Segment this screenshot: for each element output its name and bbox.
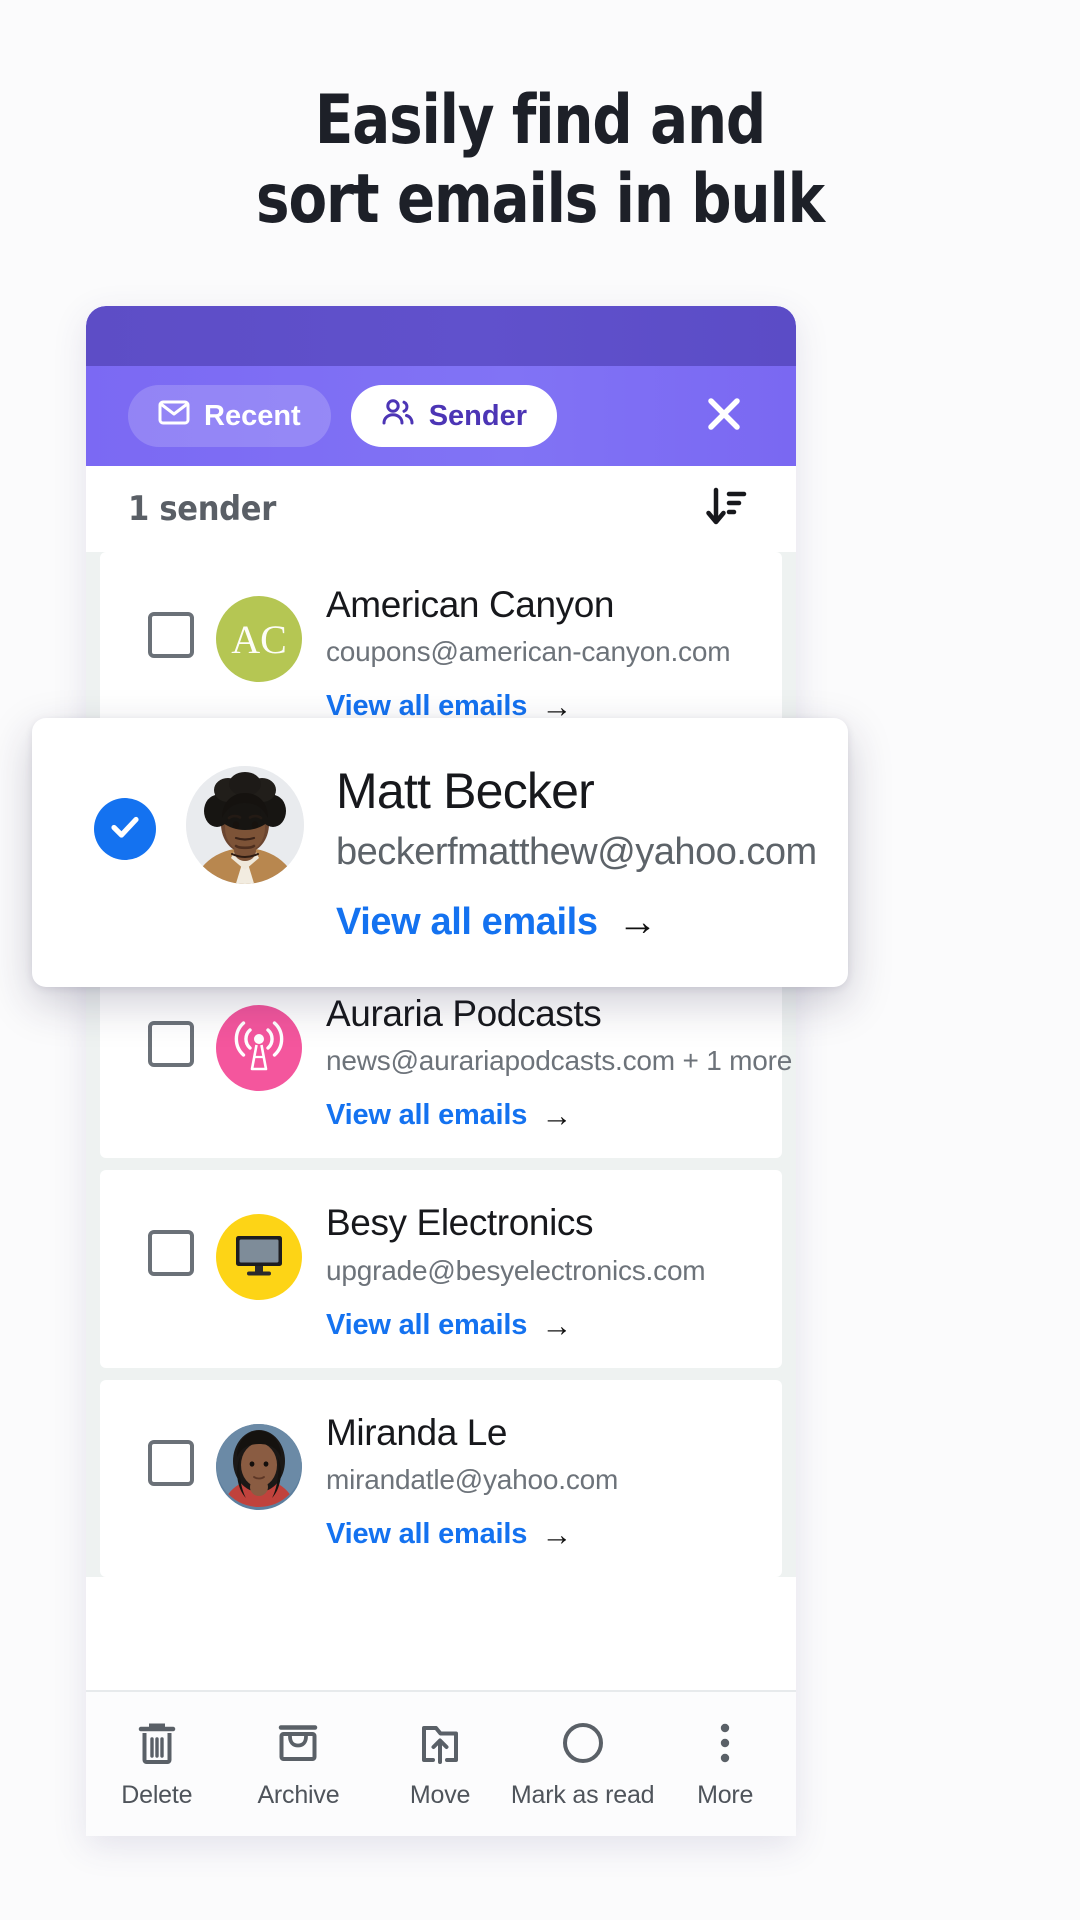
avatar: AC (216, 596, 302, 682)
arrow-right-icon: → (617, 900, 658, 944)
sender-email: news@aurariapodcasts.com + 1 more (326, 1045, 793, 1077)
move-folder-icon (417, 1719, 463, 1767)
highlighted-sender-card[interactable]: Matt Becker beckerfmatthew@yahoo.com Vie… (32, 718, 848, 987)
sender-info: Besy Electronics upgrade@besyelectronics… (326, 1198, 762, 1341)
avatar-initials: AC (231, 616, 287, 662)
sender-checkbox[interactable] (148, 1439, 194, 1486)
view-all-emails-link[interactable]: View all emails → (326, 1099, 762, 1132)
sender-name: Matt Becker (336, 763, 595, 819)
sender-name: Besy Electronics (326, 1202, 594, 1244)
highlighted-sender-info: Matt Becker beckerfmatthew@yahoo.com Vie… (336, 760, 820, 945)
sender-info: Auraria Podcasts news@aurariapodcasts.co… (326, 989, 793, 1132)
tab-sender-label: Sender (428, 399, 528, 432)
sender-info: American Canyon coupons@american-canyon.… (326, 580, 762, 723)
sender-row-miranda-le[interactable]: Miranda Le mirandatle@yahoo.com View all… (100, 1379, 782, 1577)
toolbar-mark-as-read-button[interactable]: Mark as read (511, 1719, 655, 1810)
more-vertical-icon (715, 1719, 735, 1767)
monitor-icon (230, 1230, 288, 1285)
avatar-photo (186, 766, 304, 884)
people-icon (381, 398, 415, 434)
avatar (216, 1423, 302, 1510)
view-all-emails-link[interactable]: View all emails → (326, 1309, 762, 1342)
toolbar-more-label: More (697, 1780, 754, 1809)
toolbar-mark-as-read-label: Mark as read (510, 1780, 655, 1809)
broadcast-icon (228, 1015, 290, 1082)
avatar-photo (216, 1423, 302, 1510)
sender-count-row: 1 sender (86, 466, 796, 552)
close-button[interactable] (696, 388, 752, 444)
headline-line-2: sort emails in bulk (256, 159, 825, 239)
page-title: Easily find and sort emails in bulk (43, 81, 1037, 240)
toolbar-archive-button[interactable]: Archive (228, 1719, 370, 1810)
toolbar-move-label: Move (409, 1780, 471, 1809)
sender-checkbox[interactable] (148, 1021, 194, 1068)
view-all-emails-label: View all emails (326, 1517, 528, 1550)
avatar (216, 1005, 302, 1092)
sender-checkbox-selected[interactable] (94, 798, 156, 860)
sender-checkbox[interactable] (148, 1230, 194, 1277)
envelope-icon (158, 399, 190, 433)
arrow-right-icon: → (541, 1307, 573, 1343)
view-all-emails-label: View all emails (326, 1308, 528, 1341)
archive-icon (275, 1719, 321, 1767)
sender-row-auraria-podcasts[interactable]: Auraria Podcasts news@aurariapodcasts.co… (100, 961, 793, 1159)
sender-email: upgrade@besyelectronics.com (326, 1254, 706, 1286)
arrow-right-icon: → (541, 1516, 573, 1552)
sender-checkbox[interactable] (148, 612, 194, 658)
toolbar-move-button[interactable]: Move (369, 1719, 511, 1810)
sender-name: Auraria Podcasts (326, 993, 602, 1035)
sender-list: AC American Canyon coupons@american-cany… (86, 552, 796, 1577)
view-all-emails-link[interactable]: View all emails → (326, 1518, 762, 1551)
check-icon (106, 808, 144, 851)
sender-name: Miranda Le (326, 1411, 508, 1453)
view-all-emails-label: View all emails (326, 1099, 528, 1132)
sort-button[interactable] (700, 483, 752, 535)
phone-mockup: Recent Sender 1 sender AC American Canyo… (86, 306, 796, 1836)
arrow-right-icon: → (541, 1098, 573, 1134)
view-all-emails-link[interactable]: View all emails → (336, 900, 820, 945)
headline-line-1: Easily find and (314, 81, 766, 160)
toolbar-more-button[interactable]: More (654, 1719, 796, 1810)
tab-recent-label: Recent (204, 399, 301, 432)
sender-row-besy-electronics[interactable]: Besy Electronics upgrade@besyelectronics… (100, 1170, 782, 1368)
sender-name: American Canyon (326, 584, 615, 625)
view-all-emails-label: View all emails (336, 901, 598, 943)
avatar (216, 1214, 302, 1301)
toolbar-delete-label: Delete (121, 1780, 193, 1809)
toolbar-delete-button[interactable]: Delete (86, 1719, 228, 1810)
sender-email: beckerfmatthew@yahoo.com (336, 831, 817, 873)
tab-sender[interactable]: Sender (350, 385, 558, 447)
avatar (186, 766, 304, 884)
trash-icon (135, 1719, 179, 1767)
header-toolbar: Recent Sender (86, 366, 796, 466)
sender-info: Miranda Le mirandatle@yahoo.com View all… (326, 1408, 762, 1551)
sender-count-label: 1 sender (128, 489, 277, 529)
sender-email: mirandatle@yahoo.com (326, 1463, 619, 1495)
bottom-action-toolbar: Delete Archive Move Mark as read More (86, 1690, 796, 1836)
sort-descending-icon (703, 484, 749, 535)
app-header: Recent Sender (86, 306, 796, 466)
sender-email: coupons@american-canyon.com (326, 636, 731, 668)
close-icon (702, 392, 746, 441)
toolbar-archive-label: Archive (257, 1780, 340, 1809)
tab-recent[interactable]: Recent (128, 385, 331, 447)
status-bar (86, 306, 796, 366)
circle-icon (560, 1719, 606, 1767)
